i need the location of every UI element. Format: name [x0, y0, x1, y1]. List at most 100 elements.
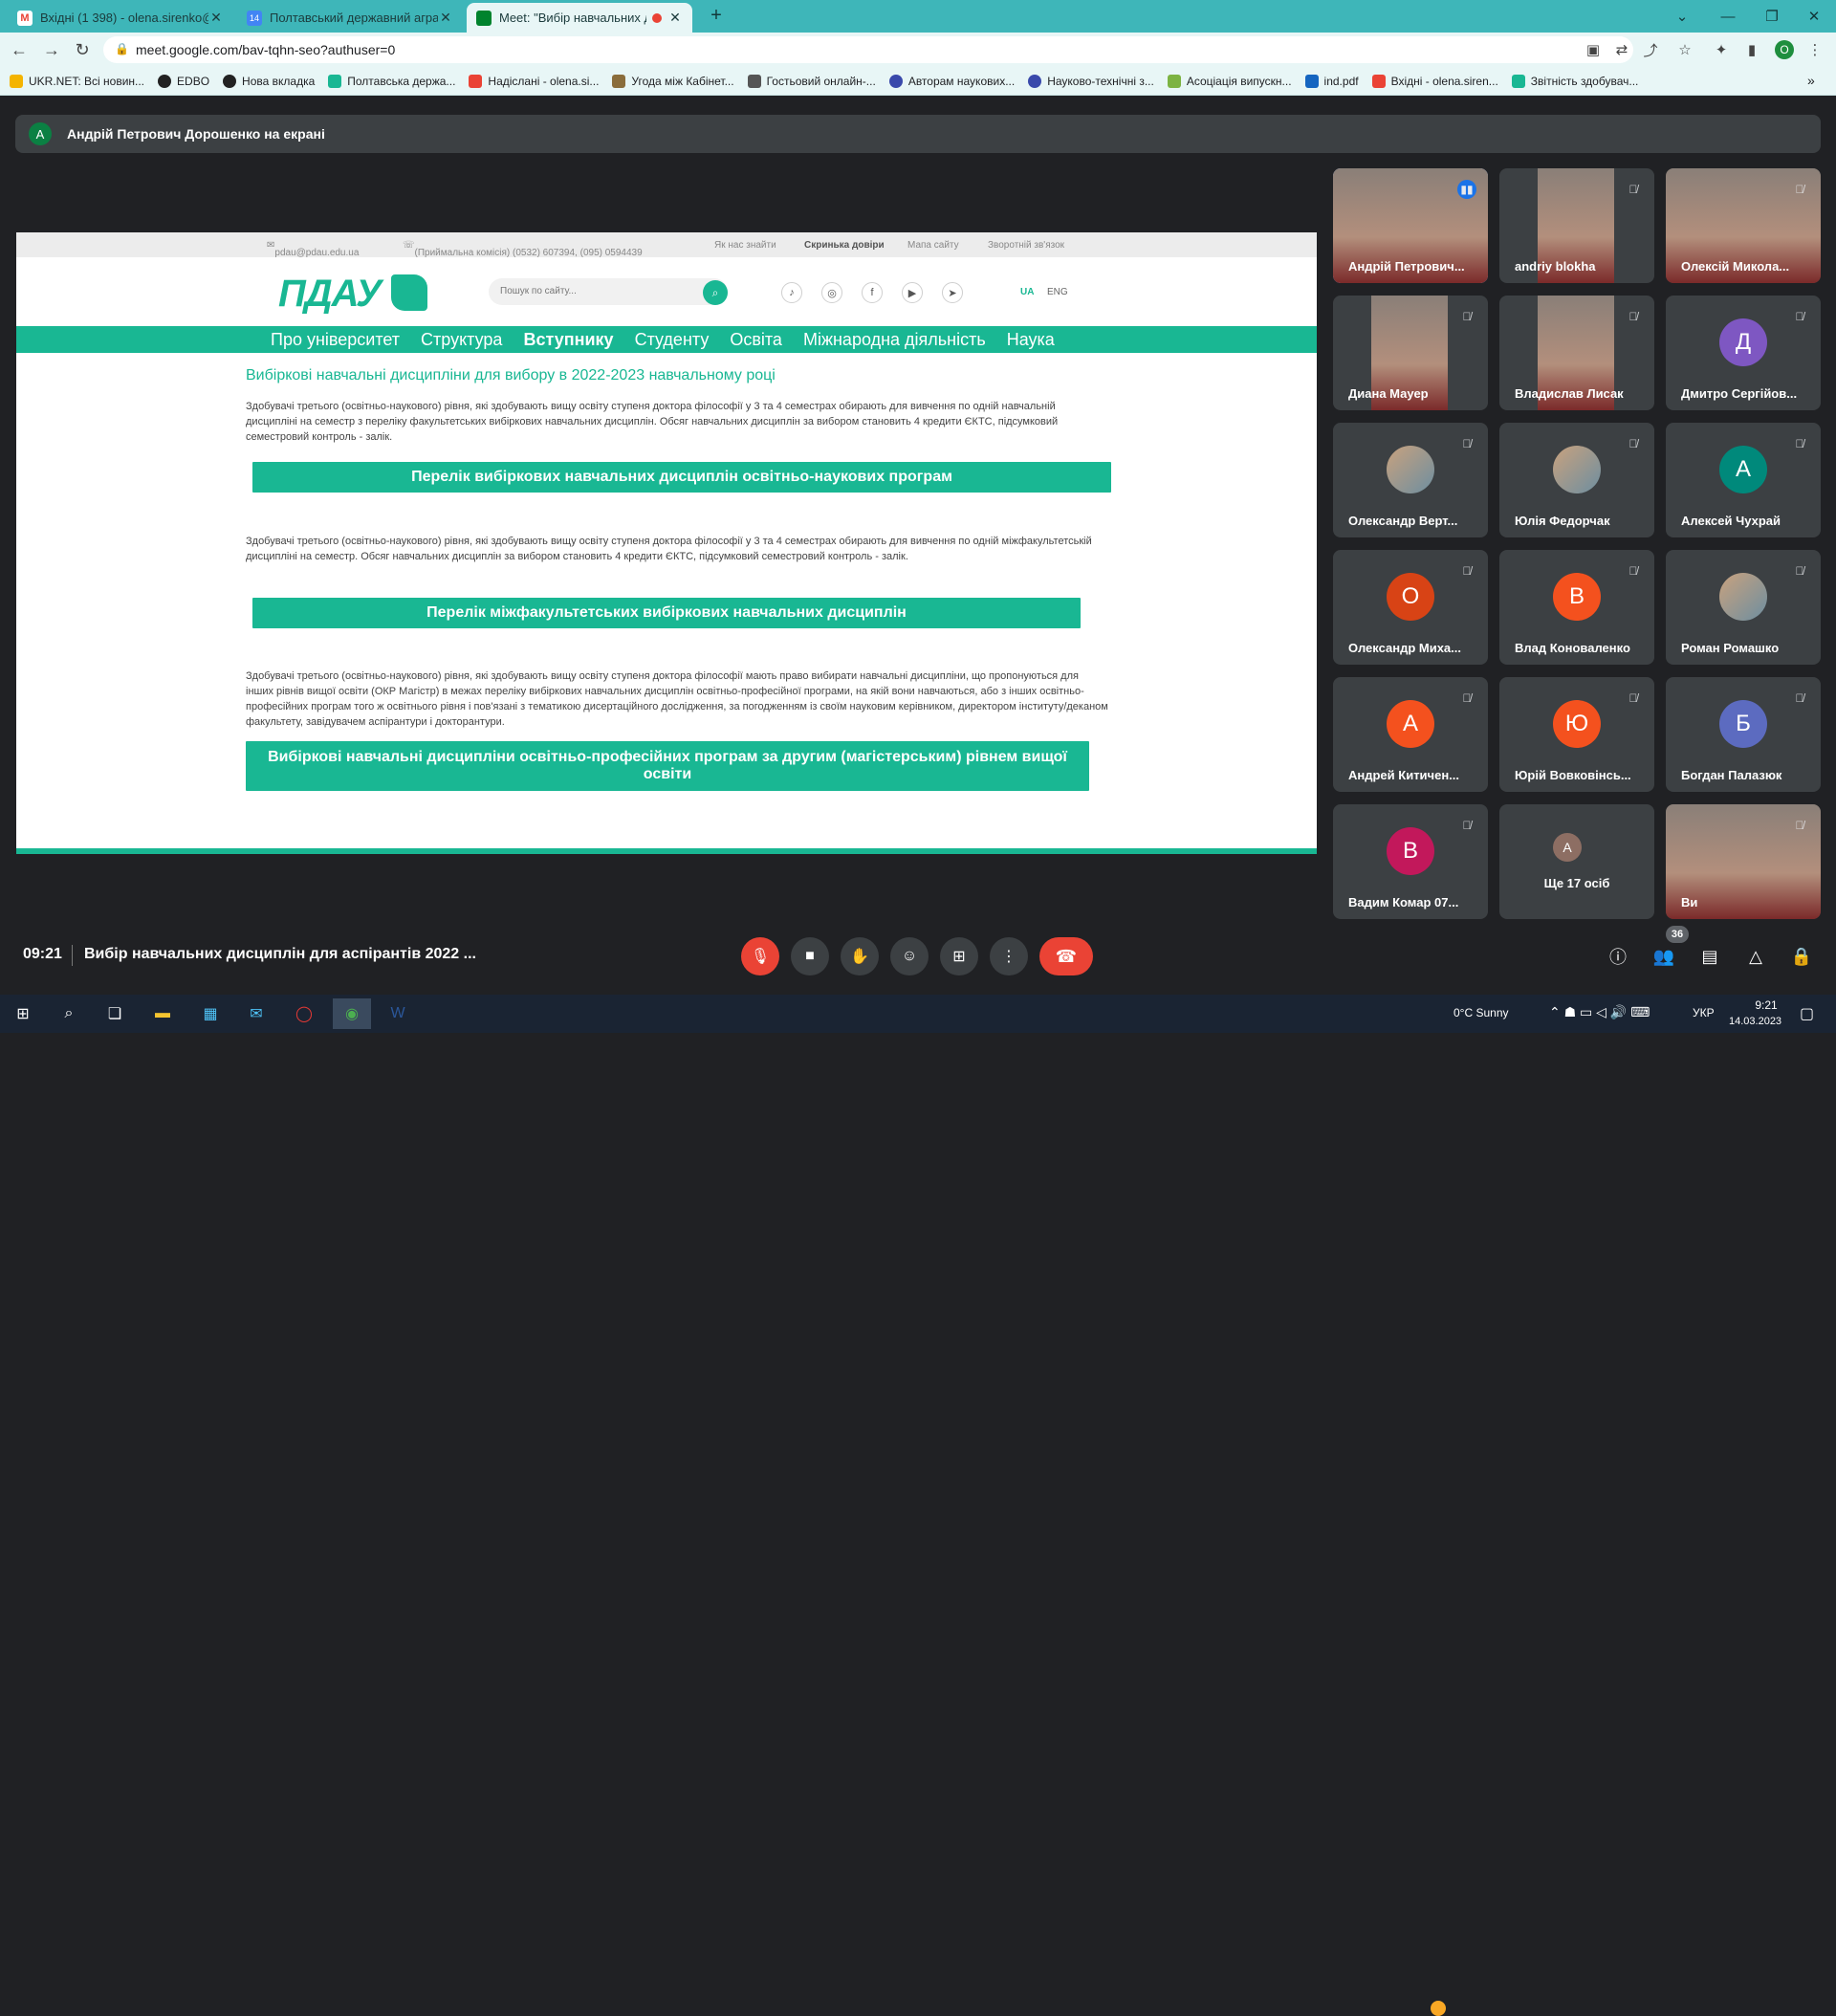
word-icon[interactable]: W [379, 998, 417, 1029]
tiktok-icon[interactable]: ♪ [781, 282, 802, 303]
tab-meet[interactable]: Meet: "Вибір навчальних ді ✕ [467, 3, 692, 33]
nav-education[interactable]: Освіта [730, 330, 782, 350]
extensions-icon[interactable]: ✦ [1712, 40, 1731, 59]
leave-call-button[interactable]: ☎ [1039, 937, 1093, 975]
clock-date[interactable]: 14.03.2023 [1729, 1016, 1781, 1027]
lang-en[interactable]: ENG [1047, 287, 1068, 297]
participant-tile[interactable]: 🎙̸ Владислав Лисак [1499, 296, 1654, 410]
nav-about[interactable]: Про університет [271, 330, 400, 350]
input-language[interactable]: УКР [1693, 1006, 1715, 1019]
bookmark-item[interactable]: EDBO [158, 74, 209, 88]
nav-science[interactable]: Наука [1007, 330, 1055, 350]
windows-start-icon[interactable]: ⊞ [4, 998, 42, 1029]
chrome-icon[interactable]: ◉ [333, 998, 371, 1029]
participant-tile[interactable]: В 🎙̸ Влад Коноваленко [1499, 550, 1654, 665]
youtube-icon[interactable]: ▶ [902, 282, 923, 303]
bookmark-item[interactable]: Науково-технічні з... [1028, 74, 1154, 88]
close-tab-icon[interactable]: ✕ [667, 10, 683, 26]
participant-tile[interactable]: 🎙̸ Олександр Верт... [1333, 423, 1488, 537]
close-tab-icon[interactable]: ✕ [208, 10, 224, 26]
forward-icon[interactable]: → [38, 36, 65, 63]
site-link[interactable]: Мапа сайту [907, 240, 959, 251]
interfaculty-list-button[interactable]: Перелік міжфакультетських вибіркових нав… [252, 598, 1081, 628]
site-link[interactable]: Як нас знайти [714, 240, 776, 251]
nav-student[interactable]: Студенту [635, 330, 710, 350]
close-tab-icon[interactable]: ✕ [438, 10, 453, 26]
mic-off-button[interactable]: 🎙 [741, 937, 779, 975]
participant-tile[interactable]: А 🎙̸ Алексей Чухрай [1666, 423, 1821, 537]
camera-icon[interactable]: ▣ [1584, 40, 1603, 59]
bookmark-item[interactable]: UKR.NET: Всі новин... [10, 74, 144, 88]
participant-tile[interactable]: В 🎙̸ Вадим Комар 07... [1333, 804, 1488, 919]
more-bookmarks-icon[interactable]: » [1807, 73, 1815, 88]
translate-icon[interactable]: ⇄ [1612, 40, 1631, 59]
bookmark-item[interactable]: Угода між Кабінет... [612, 74, 734, 88]
profile-avatar[interactable]: O [1775, 40, 1794, 59]
bookmark-item[interactable]: Вхідні - olena.siren... [1371, 74, 1498, 88]
opera-icon[interactable]: ◯ [285, 998, 323, 1029]
site-link[interactable]: Зворотній зв'язок [988, 240, 1064, 251]
mail-icon[interactable]: ✉ [237, 998, 275, 1029]
more-participants-tile[interactable]: А Ще 17 осіб [1499, 804, 1654, 919]
notifications-icon[interactable]: ▢ [1800, 1004, 1814, 1023]
back-icon[interactable]: ← [6, 36, 33, 63]
lang-ua[interactable]: UA [1020, 287, 1034, 297]
instagram-icon[interactable]: ◎ [821, 282, 842, 303]
participant-tile[interactable]: Б 🎙̸ Богдан Палазюк [1666, 677, 1821, 792]
task-view-icon[interactable]: ❏ [96, 998, 134, 1029]
tab-gmail[interactable]: M Вхідні (1 398) - olena.sirenko@p ✕ [8, 3, 233, 33]
bookmark-item[interactable]: Полтавська держа... [328, 74, 455, 88]
masters-programs-button[interactable]: Вибіркові навчальні дисципліни освітньо-… [246, 741, 1089, 791]
participant-tile[interactable]: 🎙̸ Диана Мауер [1333, 296, 1488, 410]
minimize-icon[interactable]: — [1706, 0, 1750, 33]
participant-tile[interactable]: 🎙̸ Олексій Микола... [1666, 168, 1821, 283]
meeting-info-icon[interactable]: ⓘ [1603, 941, 1633, 972]
participant-tile[interactable]: ▮▮ Андрій Петрович... [1333, 168, 1488, 283]
participant-tile[interactable]: Ю 🎙̸ Юрій Вовковінсь... [1499, 677, 1654, 792]
participant-tile[interactable]: 🎙̸ Роман Ромашко [1666, 550, 1821, 665]
chat-icon[interactable]: ▤ [1694, 941, 1725, 972]
raise-hand-button[interactable]: ✋ [841, 937, 879, 975]
nav-applicant[interactable]: Вступнику [523, 330, 613, 350]
tray-icons[interactable]: ⌃ ☗ ▭ ◁ 🔊 ⌨ [1549, 1004, 1650, 1020]
nav-international[interactable]: Міжнародна діяльність [803, 330, 986, 350]
reload-icon[interactable]: ↻ [69, 36, 96, 63]
tab-search-icon[interactable]: ⌄ [1660, 0, 1704, 33]
participant-tile[interactable]: 🎙̸ Ви [1666, 804, 1821, 919]
side-panel-icon[interactable]: ▮ [1742, 40, 1761, 59]
nav-structure[interactable]: Структура [421, 330, 502, 350]
camera-button[interactable]: ■ [791, 937, 829, 975]
bookmark-item[interactable]: Нова вкладка [223, 74, 315, 88]
clock-time[interactable]: 9:21 [1742, 998, 1790, 1012]
people-icon[interactable]: 👥 [1649, 941, 1679, 972]
participant-tile[interactable]: 🎙̸ andriy blokha [1499, 168, 1654, 283]
more-options-button[interactable]: ⋮ [990, 937, 1028, 975]
bookmark-item[interactable]: Авторам наукових... [888, 74, 1015, 88]
participant-tile[interactable]: А 🎙̸ Андрей Китичен... [1333, 677, 1488, 792]
bookmark-item[interactable]: Надіслані - olena.si... [469, 74, 599, 88]
address-bar[interactable]: 🔒 meet.google.com/bav-tqhn-seo?authuser=… [103, 36, 1633, 63]
weather-text[interactable]: 0°C Sunny [1454, 1006, 1509, 1019]
restore-icon[interactable]: ❐ [1750, 0, 1794, 33]
participant-tile[interactable]: О 🎙̸ Олександр Миха... [1333, 550, 1488, 665]
bookmark-item[interactable]: ind.pdf [1304, 74, 1359, 88]
file-explorer-icon[interactable]: ▬ [143, 998, 182, 1029]
present-button[interactable]: ⊞ [940, 937, 978, 975]
bookmark-item[interactable]: Гостьовий онлайн-... [747, 74, 876, 88]
facebook-icon[interactable]: f [862, 282, 883, 303]
store-icon[interactable]: ▦ [191, 998, 230, 1029]
share-icon[interactable]: ⤴ [1641, 40, 1660, 59]
activities-icon[interactable]: △ [1740, 941, 1771, 972]
bookmark-item[interactable]: Асоціація випускн... [1167, 74, 1292, 88]
site-email[interactable]: ✉ pdau@pdau.edu.ua [267, 240, 359, 258]
bookmark-star-icon[interactable]: ☆ [1675, 40, 1694, 59]
telegram-icon[interactable]: ➤ [942, 282, 963, 303]
bookmark-item[interactable]: Звітність здобувач... [1511, 74, 1638, 88]
site-link[interactable]: Скринька довіри [804, 240, 885, 251]
search-icon[interactable]: ⌕ [703, 280, 728, 305]
new-tab-icon[interactable]: + [704, 5, 729, 30]
reactions-button[interactable]: ☺ [890, 937, 929, 975]
programs-list-button[interactable]: Перелік вибіркових навчальних дисциплін … [252, 462, 1111, 493]
participant-tile[interactable]: 🎙̸ Юлія Федорчак [1499, 423, 1654, 537]
participant-tile[interactable]: Д 🎙̸ Дмитро Сергійов... [1666, 296, 1821, 410]
